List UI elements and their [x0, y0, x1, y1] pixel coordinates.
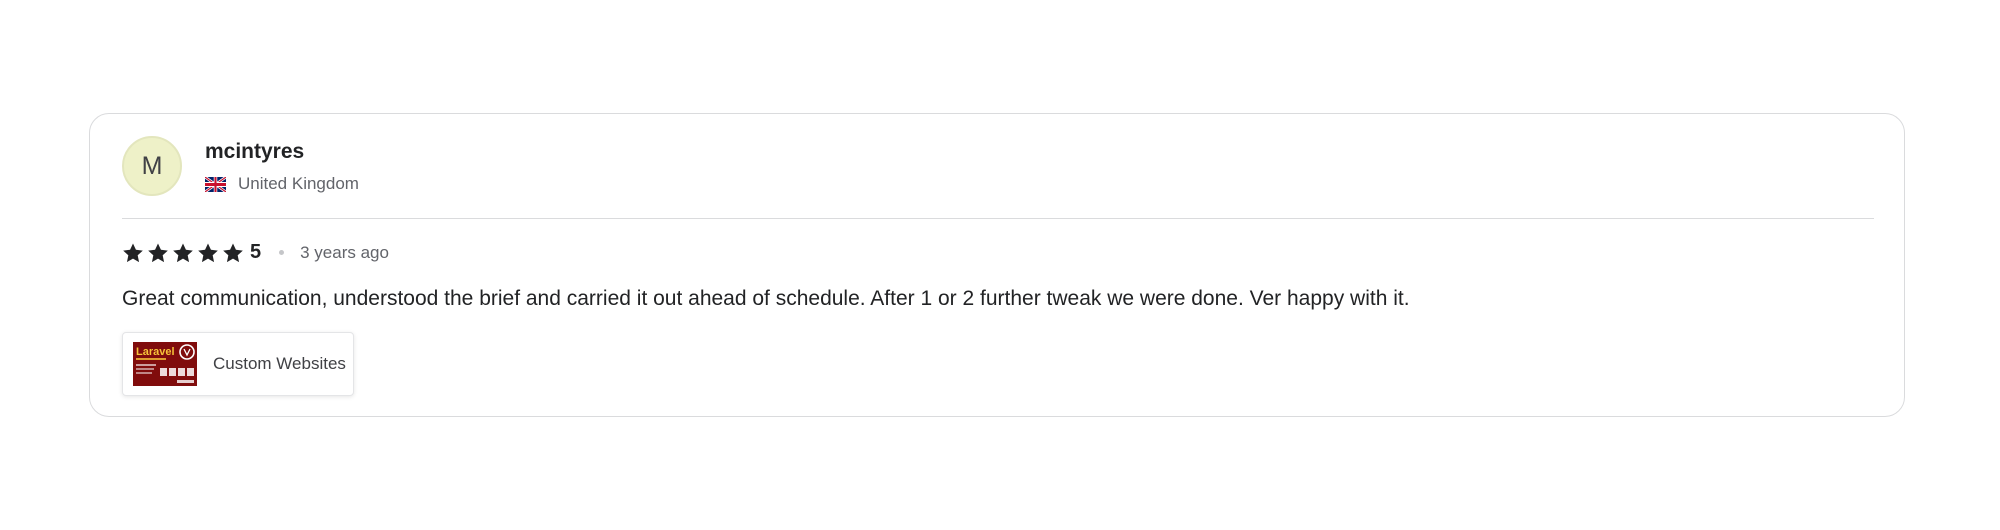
- reviewer-country: United Kingdom: [205, 174, 359, 194]
- star-icon: [123, 242, 143, 262]
- review-text: Great communication, understood the brie…: [122, 287, 1410, 310]
- avatar-initial: M: [141, 151, 163, 180]
- reviewer-username[interactable]: mcintyres: [205, 140, 304, 164]
- review-card: M mcintyres United Kingdom 5 3 years ago: [89, 113, 1905, 417]
- country-name: United Kingdom: [238, 174, 359, 193]
- star-icon: [148, 242, 168, 262]
- star-icon: [198, 242, 218, 262]
- gig-link[interactable]: Laravel Custom Websites: [122, 332, 354, 396]
- star-icon: [173, 242, 193, 262]
- uk-flag-icon: [205, 176, 226, 192]
- gig-title: Custom Websites: [213, 354, 346, 373]
- star-rating: [122, 242, 244, 264]
- star-icon: [223, 242, 243, 262]
- review-time: 3 years ago: [300, 242, 389, 262]
- divider: [122, 218, 1874, 219]
- separator-dot: [279, 250, 285, 255]
- gig-thumbnail: Laravel: [133, 342, 197, 386]
- rating-row: 5 3 years ago: [122, 241, 389, 264]
- avatar[interactable]: M: [122, 136, 182, 196]
- gig-thumb-brand: Laravel: [136, 346, 175, 358]
- rating-value: 5: [250, 241, 262, 263]
